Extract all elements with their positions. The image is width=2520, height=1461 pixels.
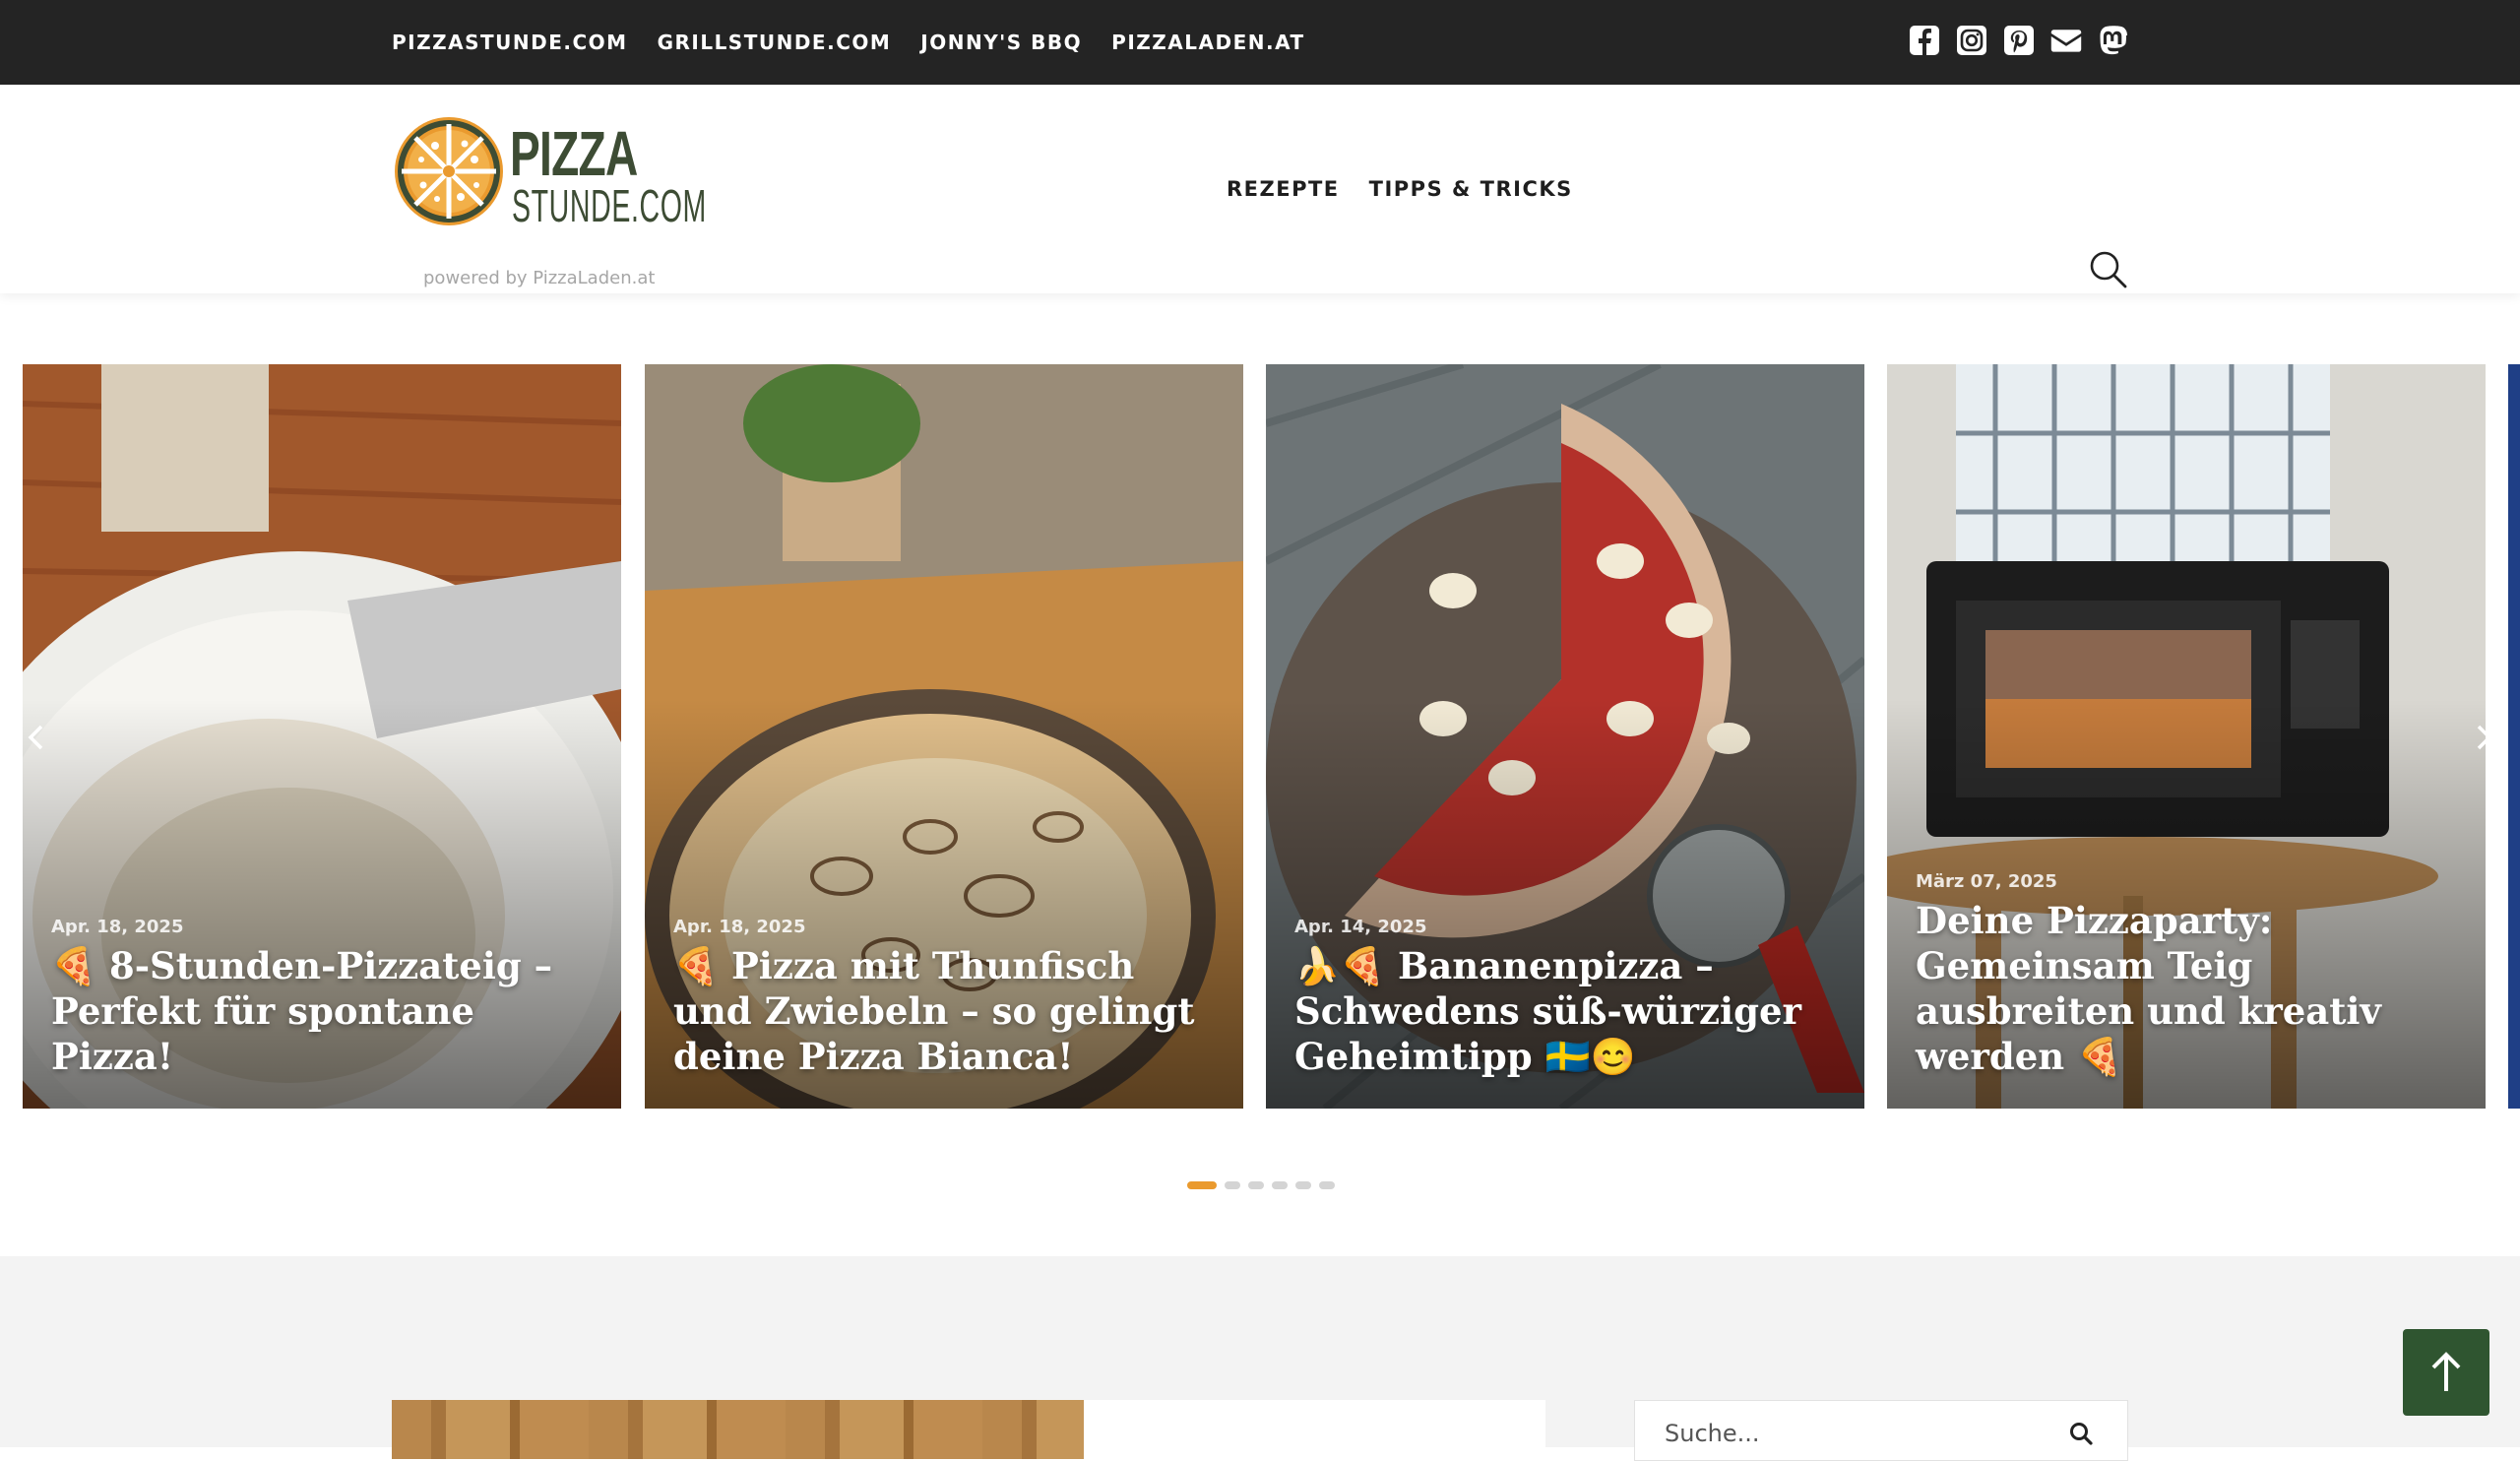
toplink-pizzastunde[interactable]: PIZZASTUNDE.COM (392, 31, 628, 54)
slider-dot[interactable] (1248, 1181, 1264, 1189)
slide-meta: Apr. 18, 2025 🍕 Pizza mit Thunfisch und … (673, 917, 1224, 1079)
top-links: PIZZASTUNDE.COM GRILLSTUNDE.COM JONNY'S … (392, 0, 1305, 85)
pinterest-icon[interactable] (2002, 24, 2036, 57)
social-links (1908, 24, 2130, 57)
toplink-grillstunde[interactable]: GRILLSTUNDE.COM (658, 31, 892, 54)
toplink-jonnys-bbq[interactable]: JONNY'S BBQ (920, 31, 1082, 54)
slide-card[interactable]: März 07, 2025 Deine Pizzaparty: Gemeinsa… (1887, 364, 2486, 1109)
arrow-up-icon (2431, 1352, 2461, 1391)
slide-date: Apr. 18, 2025 (51, 917, 184, 937)
logo-tagline: powered by PizzaLaden.at (423, 268, 656, 288)
slide-meta: Apr. 14, 2025 🍌🍕 Bananenpizza – Schweden… (1294, 917, 1845, 1079)
search-icon[interactable] (2068, 1421, 2094, 1446)
mastodon-icon[interactable] (2097, 24, 2130, 57)
slide-card[interactable]: Apr. 18, 2025 🍕 Pizza mit Thunfisch und … (645, 364, 1243, 1109)
search-icon[interactable] (2087, 248, 2130, 291)
back-to-top-button[interactable] (2403, 1329, 2489, 1416)
slide-meta: Apr. 18, 2025 🍕 8-Stunden-Pizzateig – Pe… (51, 917, 601, 1079)
slide-card[interactable]: Apr. 18, 2025 🍕 8-Stunden-Pizzateig – Pe… (23, 364, 621, 1109)
slider-dot[interactable] (1187, 1181, 1217, 1189)
mail-icon[interactable] (2049, 24, 2083, 57)
slider-dot[interactable] (1225, 1181, 1240, 1189)
toplink-pizzaladen[interactable]: PIZZALADEN.AT (1111, 31, 1304, 54)
slide-title[interactable]: 🍌🍕 Bananenpizza – Schwedens süß-würziger… (1294, 943, 1845, 1079)
sidebar-search (1634, 1400, 2128, 1461)
slide-title[interactable]: Deine Pizzaparty: Gemeinsam Teig ausbrei… (1916, 898, 2466, 1079)
logo-word-pizza: PIZZA (510, 118, 638, 189)
slide-card[interactable]: Apr. 14, 2025 🍌🍕 Bananenpizza – Schweden… (1266, 364, 1864, 1109)
slide-date: März 07, 2025 (1916, 871, 2057, 892)
slide-date: Apr. 18, 2025 (673, 917, 806, 937)
featured-slider: Apr. 18, 2025 🍕 8-Stunden-Pizzateig – Pe… (0, 364, 2520, 1112)
slider-dot[interactable] (1319, 1181, 1335, 1189)
slider-next-arrow-icon[interactable] (2469, 723, 2498, 752)
nav-tipps-tricks[interactable]: TIPPS & TRICKS (1369, 177, 1573, 201)
content-area (0, 1256, 2520, 1461)
main-nav: REZEPTE TIPPS & TRICKS (1227, 85, 1573, 293)
instagram-icon[interactable] (1955, 24, 1988, 57)
post-card[interactable] (392, 1400, 1545, 1459)
post-thumbnail[interactable] (392, 1400, 1084, 1459)
slide-title[interactable]: 🍕 8-Stunden-Pizzateig – Perfekt für spon… (51, 943, 601, 1079)
search-input[interactable] (1663, 1419, 2041, 1448)
pizza-logo-icon (395, 117, 503, 225)
slide-title[interactable]: 🍕 Pizza mit Thunfisch und Zwiebeln – so … (673, 943, 1224, 1079)
slider-pagination (1187, 1181, 1335, 1189)
slider-dot[interactable] (1272, 1181, 1288, 1189)
slide-card-partial (2508, 364, 2520, 1109)
top-bar: PIZZASTUNDE.COM GRILLSTUNDE.COM JONNY'S … (0, 0, 2520, 85)
slide-date: Apr. 14, 2025 (1294, 917, 1427, 937)
slider-dot[interactable] (1295, 1181, 1311, 1189)
slider-prev-arrow-icon[interactable] (22, 723, 51, 752)
nav-rezepte[interactable]: REZEPTE (1227, 177, 1340, 201)
logo-word-stunde: STUNDE.COM (512, 180, 707, 231)
slide-meta: März 07, 2025 Deine Pizzaparty: Gemeinsa… (1916, 871, 2466, 1079)
facebook-icon[interactable] (1908, 24, 1941, 57)
site-logo[interactable]: PIZZA STUNDE.COM powered by PizzaLaden.a… (392, 114, 706, 288)
